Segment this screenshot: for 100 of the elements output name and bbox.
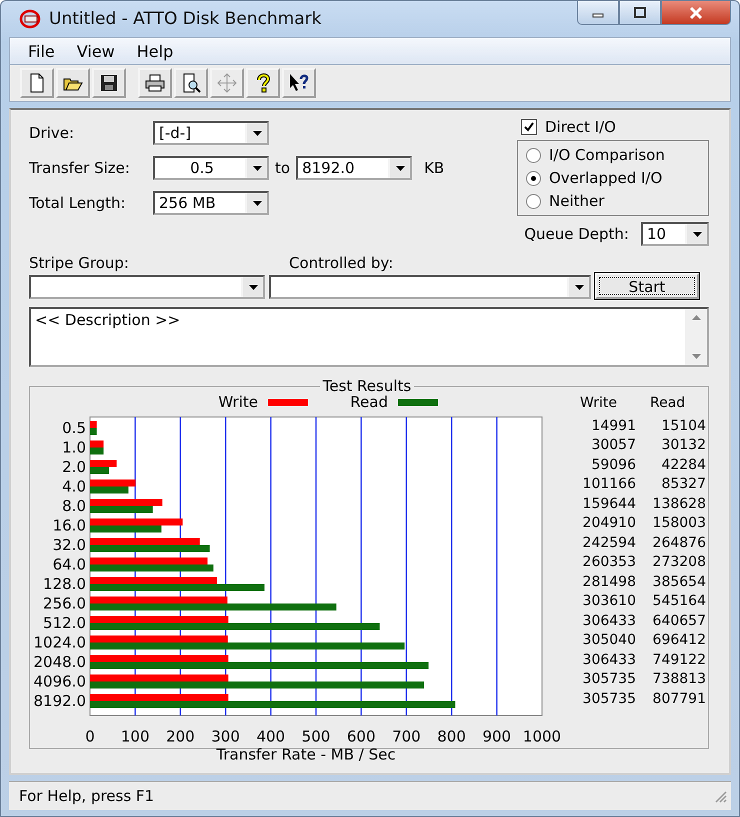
table-cell-text: 273208 (652, 554, 706, 570)
tick-label: 400 (256, 728, 286, 746)
transfer-size-to-dropdown[interactable]: 8192.0 (296, 156, 412, 180)
axis-label: 512.0 (43, 614, 86, 632)
start-button[interactable]: Start (595, 273, 699, 299)
table-cell-text: 303610 (582, 593, 636, 610)
axis-label: 2048.0 (34, 653, 86, 671)
table-cell-text: 30057 (590, 437, 636, 454)
caret-icon (252, 166, 262, 170)
direct-io-checkbox[interactable]: Direct I/O (521, 116, 616, 138)
menu-item[interactable]: File (28, 42, 55, 60)
tick-label: 200 (166, 728, 195, 746)
table-cell-text: 264876 (652, 534, 706, 551)
table-cell-text: 305735 (582, 671, 636, 688)
controlled-by-dropdown[interactable] (269, 275, 591, 299)
tick-label: 700 (392, 728, 421, 746)
maximize-button[interactable] (619, 1, 661, 25)
magnifier-page-icon[interactable] (174, 68, 208, 98)
table-cell-text: 101166 (582, 476, 636, 492)
caret-icon (396, 166, 405, 170)
status-text: For Help, press F1 (19, 787, 154, 805)
table-cell-text: 30132 (660, 437, 706, 454)
axis-label: 128.0 (43, 575, 86, 593)
window-title: Untitled - ATTO Disk Benchmark (49, 9, 322, 29)
transfer-size-label: Transfer Size: (29, 159, 131, 177)
new-document-icon[interactable] (20, 68, 54, 98)
total-length-dropdown[interactable]: 256 MB (153, 191, 269, 215)
queue-depth-dropdown[interactable]: 10 (641, 222, 709, 246)
caret-icon (252, 200, 262, 206)
test-results-title: Test Results (322, 377, 412, 395)
io-mode-radio[interactable]: Neither (526, 191, 708, 211)
table-cell-text: 640657 (652, 612, 706, 629)
table-cell-text: 807791 (652, 690, 706, 707)
axis-label: 64.0 (52, 556, 86, 574)
axis-label: 1.0 (62, 438, 86, 456)
unit-label: KB (424, 159, 444, 177)
resize-grip-icon[interactable] (713, 789, 727, 803)
total-length-label: Total Length: (29, 194, 127, 212)
table-cell-text: 260353 (582, 554, 636, 570)
question-mark-icon[interactable] (246, 68, 280, 98)
tick-label: 600 (346, 728, 376, 746)
tick-label: 1000 (522, 728, 562, 746)
axis-label: 32.0 (52, 536, 86, 554)
axis-label: 16.0 (52, 516, 86, 534)
tick-label: 100 (120, 728, 150, 746)
app-logo-icon (19, 8, 41, 30)
io-mode-radio[interactable]: Overlapped I/O (526, 168, 708, 188)
table-cell-text: 42284 (660, 456, 706, 473)
table-cell-text: 281498 (582, 574, 636, 590)
table-cell-text: 305040 (582, 632, 636, 648)
drive-dropdown[interactable]: [-d-] (153, 121, 269, 145)
menu-item[interactable]: Help (136, 42, 174, 60)
printer-icon[interactable] (138, 68, 172, 98)
stripe-group-dropdown[interactable] (29, 275, 265, 299)
axis-label: 8.0 (62, 497, 86, 515)
transfer-size-from-dropdown[interactable]: 0.5 (153, 156, 269, 180)
close-button[interactable] (661, 1, 731, 25)
table-cell-text: 306433 (582, 612, 636, 629)
queue-depth-label: Queue Depth: (524, 225, 629, 243)
axis-label: 2.0 (62, 458, 86, 476)
legend-label: Write (218, 393, 258, 411)
axis-label: 4.0 (62, 478, 86, 496)
minimize-button[interactable] (577, 1, 619, 25)
table-cell-text: 305735 (582, 690, 636, 707)
legend-label: Read (350, 393, 388, 411)
axis-label: 1024.0 (34, 634, 86, 652)
table-cell-text: 15104 (660, 418, 706, 434)
scroll-down-icon[interactable] (692, 354, 700, 359)
tick-label: 800 (437, 728, 466, 746)
table-cell-text: 696412 (652, 632, 706, 648)
description-field[interactable]: << Description >> (29, 307, 709, 367)
table-cell-text: 138628 (652, 496, 706, 512)
scroll-up-icon[interactable] (692, 315, 700, 320)
table-cell-text: 85327 (660, 476, 706, 492)
axis-label: 8192.0 (34, 692, 86, 710)
controlled-by-label: Controlled by: (289, 254, 394, 272)
tick-label: 300 (211, 728, 240, 746)
caret-icon (252, 130, 262, 136)
caret-icon (248, 284, 258, 290)
tick-label: 900 (482, 728, 512, 746)
table-cell-text: 14991 (590, 418, 636, 434)
axis-label: 0.5 (62, 419, 86, 437)
pointer-question-icon[interactable] (282, 68, 316, 98)
table-cell-text: 385654 (652, 574, 706, 590)
drive-label: Drive: (29, 124, 76, 142)
io-mode-radio[interactable]: I/O Comparison (526, 145, 708, 165)
axis-label: 4096.0 (34, 672, 86, 690)
maximize-icon (633, 6, 647, 18)
table-cell-text: 306433 (582, 652, 636, 668)
tick-label: 0 (85, 728, 95, 746)
table-cell-text: 242594 (582, 534, 636, 551)
table-cell-text: 738813 (652, 671, 706, 688)
column-header: Write (579, 395, 618, 411)
table-cell-text: 158003 (652, 515, 706, 532)
menu-item[interactable]: View (76, 42, 115, 60)
table-cell-text: 204910 (582, 515, 636, 532)
scrollbar[interactable] (685, 309, 707, 365)
table-cell-text: 159644 (582, 496, 636, 512)
folder-icon[interactable] (56, 68, 90, 98)
axis-title: Transfer Rate - MB / Sec (216, 746, 396, 764)
